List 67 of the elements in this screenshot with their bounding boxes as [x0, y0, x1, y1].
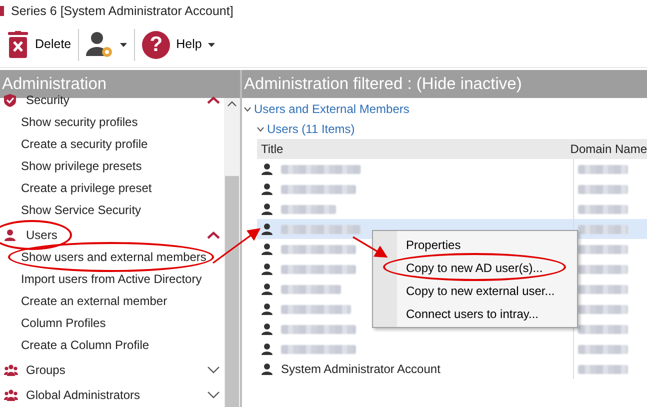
- nav-link[interactable]: Show security profiles: [21, 113, 138, 131]
- caret-icon: [208, 42, 215, 46]
- shield-icon: [4, 94, 18, 106]
- menu-item[interactable]: Copy to new AD user(s)...: [373, 256, 577, 279]
- blurred-text: [578, 224, 628, 234]
- blurred-text: [578, 344, 628, 354]
- section-header[interactable]: Groups: [26, 361, 66, 379]
- group-header[interactable]: Users and External Members: [254, 100, 410, 118]
- nav-link[interactable]: Column Profiles: [21, 314, 106, 332]
- table-cell-text: System Administrator Account: [281, 361, 440, 378]
- blurred-text: [578, 324, 628, 334]
- user-icon: [261, 243, 273, 255]
- panel-title: Administration filtered : (Hide inactive): [242, 70, 647, 98]
- nav-link[interactable]: Create a Column Profile: [21, 336, 150, 354]
- blurred-text: [578, 204, 628, 214]
- column-header[interactable]: Domain Name: [566, 139, 647, 159]
- user-icon: [261, 183, 273, 195]
- caret-icon: [120, 42, 128, 46]
- menu-item[interactable]: Properties: [373, 233, 577, 256]
- group-icon: [4, 388, 18, 402]
- nav-link[interactable]: Show users and external members: [21, 248, 206, 266]
- delete-button[interactable]: Delete: [3, 24, 76, 64]
- expand-icon[interactable]: [244, 106, 251, 112]
- menu-item[interactable]: Connect users to intray...: [373, 302, 577, 325]
- user-gear-icon: [86, 30, 114, 58]
- help-button[interactable]: ? Help: [138, 24, 219, 64]
- user-icon: [261, 163, 273, 175]
- app-icon: [0, 6, 4, 16]
- column-header[interactable]: Title: [257, 139, 566, 159]
- nav-link[interactable]: Create a privilege preset: [21, 179, 152, 197]
- user-icon: [4, 228, 18, 242]
- blurred-text: [578, 304, 628, 314]
- blurred-text: [578, 184, 628, 194]
- blurred-text: [578, 284, 628, 294]
- user-icon: [261, 323, 273, 335]
- group-icon: [4, 364, 18, 376]
- blurred-text: [578, 264, 628, 274]
- annotation-arrow: [212, 228, 261, 264]
- blurred-text: [578, 164, 628, 174]
- blurred-text: [578, 364, 628, 374]
- menu-item[interactable]: Copy to new external user...: [373, 279, 577, 302]
- expand-icon[interactable]: [207, 366, 220, 374]
- user-icon: [261, 263, 273, 275]
- section-header[interactable]: Global Administrators: [26, 386, 140, 404]
- nav-link[interactable]: Show Service Security: [21, 201, 142, 219]
- section-header[interactable]: Users: [26, 226, 58, 244]
- nav-link[interactable]: Show privilege presets: [21, 157, 142, 175]
- help-icon: ?: [142, 30, 170, 58]
- expand-icon[interactable]: [257, 126, 264, 132]
- annotation-arrow: [352, 236, 388, 258]
- trash-icon: [7, 30, 29, 58]
- collapse-icon[interactable]: [207, 96, 220, 104]
- user-icon: [261, 363, 273, 375]
- nav-link[interactable]: Create an external member: [21, 292, 168, 310]
- group-header[interactable]: Users (11 Items): [267, 120, 355, 138]
- window-title: Series 6 [System Administrator Account]: [11, 2, 234, 20]
- user-icon: [261, 203, 273, 215]
- expand-icon[interactable]: [207, 391, 220, 399]
- user-icon: [261, 303, 273, 315]
- scrollbar[interactable]: [224, 98, 240, 407]
- nav-link[interactable]: Import users from Active Directory: [21, 270, 202, 288]
- collapse-icon[interactable]: [207, 231, 220, 239]
- user-icon: [261, 223, 273, 235]
- user-icon: [261, 283, 273, 295]
- user-icon: [261, 343, 273, 355]
- blurred-text: [578, 244, 628, 254]
- nav-link[interactable]: Create a security profile: [21, 135, 148, 153]
